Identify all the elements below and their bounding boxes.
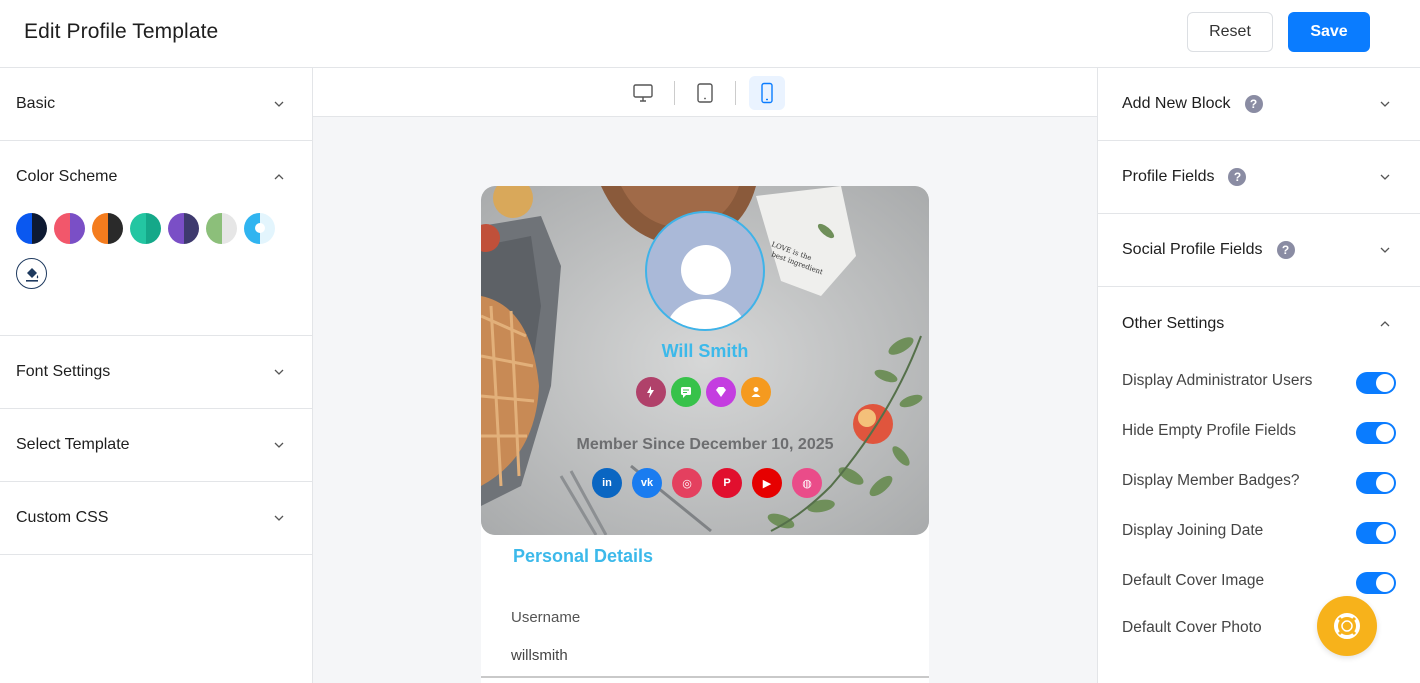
chevron-down-icon[interactable]: [274, 513, 284, 523]
cover-image: LOVE is the best ingredient Will Smith M…: [481, 186, 929, 535]
section-basic[interactable]: Basic: [0, 68, 312, 141]
section-custom-css[interactable]: Custom CSS: [0, 482, 312, 555]
setting-row: Display Administrator Users: [1122, 369, 1396, 394]
color-swatch[interactable]: [206, 213, 237, 244]
personal-details-title: Personal Details: [513, 546, 654, 566]
help-icon[interactable]: ?: [1228, 168, 1247, 186]
mobile-icon[interactable]: [749, 76, 785, 110]
section-label: Profile Fields: [1122, 168, 1215, 185]
section-label: Select Template: [16, 436, 130, 453]
paint-bucket-icon[interactable]: [16, 258, 47, 289]
color-swatch[interactable]: [130, 213, 161, 244]
field-label: Username: [511, 609, 581, 626]
chevron-up-icon[interactable]: [274, 172, 284, 182]
section-select-template[interactable]: Select Template: [0, 409, 312, 482]
right-sidebar: Add New Block ? Profile Fields ? Social …: [1097, 68, 1420, 683]
chevron-down-icon[interactable]: [274, 367, 284, 377]
toggle-switch[interactable]: [1356, 572, 1396, 594]
color-swatch[interactable]: [168, 213, 199, 244]
member-since: Member Since December 10, 2025: [576, 436, 834, 453]
section-font-settings[interactable]: Font Settings: [0, 336, 312, 409]
color-swatch[interactable]: [92, 213, 123, 244]
chevron-down-icon[interactable]: [1380, 99, 1390, 109]
chevron-down-icon[interactable]: [1380, 172, 1390, 182]
section-label: Other Settings: [1122, 314, 1225, 332]
pinterest-icon[interactable]: P: [712, 468, 742, 498]
chevron-down-icon[interactable]: [274, 99, 284, 109]
section-color-scheme: Color Scheme: [0, 141, 312, 336]
device-toolbar: [313, 68, 1097, 117]
instagram-icon[interactable]: ◎: [672, 468, 702, 498]
section-label: Add New Block: [1122, 95, 1231, 112]
dribbble-icon[interactable]: ◍: [792, 468, 822, 498]
field-value: willsmith: [511, 647, 568, 664]
reset-button[interactable]: Reset: [1187, 12, 1273, 52]
toggle-switch[interactable]: [1356, 472, 1396, 494]
chevron-down-icon[interactable]: [1380, 245, 1390, 255]
setting-label: Default Cover Image: [1122, 572, 1265, 589]
setting-row: Default Cover Image: [1122, 569, 1396, 594]
chat-icon[interactable]: [671, 377, 701, 407]
desktop-icon[interactable]: [625, 76, 661, 110]
user-icon[interactable]: [741, 377, 771, 407]
save-button[interactable]: Save: [1288, 12, 1370, 52]
setting-label: Default Cover Photo: [1122, 619, 1262, 636]
bolt-icon[interactable]: [636, 377, 666, 407]
setting-row: Hide Empty Profile Fields: [1122, 419, 1396, 444]
setting-label: Display Member Badges?: [1122, 472, 1300, 489]
section-label: Social Profile Fields: [1122, 241, 1263, 258]
color-swatch[interactable]: [16, 213, 47, 244]
divider: [481, 676, 929, 678]
tablet-icon[interactable]: [687, 76, 723, 110]
setting-label: Display Administrator Users: [1122, 372, 1313, 389]
section-label: Color Scheme: [16, 168, 118, 185]
top-bar: Edit Profile Template Reset Save: [0, 0, 1420, 68]
help-lifebuoy-button[interactable]: [1317, 596, 1377, 656]
section-label: Custom CSS: [16, 509, 109, 526]
setting-label: Display Joining Date: [1122, 522, 1264, 539]
social-links: in vk ◎ P ▶ ◍: [592, 468, 822, 498]
toggle-switch[interactable]: [1356, 422, 1396, 444]
help-icon[interactable]: ?: [1244, 95, 1263, 113]
left-sidebar: Basic Color Scheme Font Settings Select …: [0, 68, 313, 683]
divider: [674, 81, 675, 105]
linkedin-icon[interactable]: in: [592, 468, 622, 498]
setting-row: Display Member Badges?: [1122, 469, 1396, 494]
avatar[interactable]: [645, 211, 765, 331]
profile-card: LOVE is the best ingredient Will Smith M…: [481, 186, 929, 683]
section-social-profile-fields[interactable]: Social Profile Fields ?: [1098, 214, 1420, 287]
color-swatch[interactable]: [244, 213, 275, 244]
lifebuoy-icon: [1334, 613, 1360, 639]
section-profile-fields[interactable]: Profile Fields ?: [1098, 141, 1420, 214]
toggle-switch[interactable]: [1356, 372, 1396, 394]
color-swatches: [0, 213, 300, 244]
member-badges: [636, 377, 771, 407]
preview-area: LOVE is the best ingredient Will Smith M…: [313, 68, 1097, 683]
section-other-settings[interactable]: Other Settings: [1098, 287, 1420, 360]
setting-label: Hide Empty Profile Fields: [1122, 422, 1297, 439]
chevron-down-icon[interactable]: [274, 440, 284, 450]
section-label: Font Settings: [16, 363, 111, 380]
section-label: Basic: [16, 95, 56, 112]
chevron-up-icon[interactable]: [1380, 319, 1390, 329]
divider: [735, 81, 736, 105]
setting-row: Display Joining Date: [1122, 519, 1396, 544]
section-add-new-block[interactable]: Add New Block ?: [1098, 68, 1420, 141]
youtube-icon[interactable]: ▶: [752, 468, 782, 498]
help-icon[interactable]: ?: [1276, 241, 1295, 259]
profile-name: Will Smith: [661, 341, 749, 361]
color-swatch[interactable]: [54, 213, 85, 244]
vk-icon[interactable]: vk: [632, 468, 662, 498]
diamond-icon[interactable]: [706, 377, 736, 407]
toggle-switch[interactable]: [1356, 522, 1396, 544]
page-title: Edit Profile Template: [24, 20, 219, 43]
